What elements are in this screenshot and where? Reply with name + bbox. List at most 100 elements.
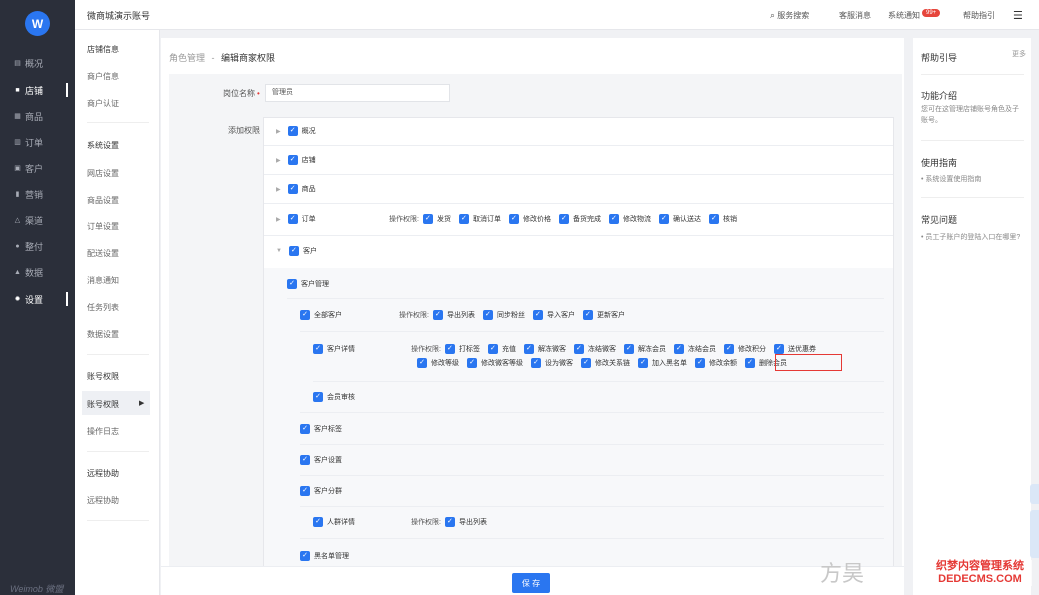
help-link[interactable]: • 系统设置使用指南 <box>921 174 1025 185</box>
op-checkbox[interactable]: ✓ 导出列表 <box>444 517 487 527</box>
checkbox-icon[interactable]: ✓ <box>523 344 534 354</box>
menu-icon[interactable]: ☰ <box>1013 9 1023 22</box>
rail-item-customers[interactable]: ▣ 客户 <box>0 158 75 178</box>
rail-item-goods[interactable]: ▦ 商品 <box>0 106 75 126</box>
rail-item-orders[interactable]: ▥ 订单 <box>0 132 75 152</box>
checkbox-icon[interactable]: ✓ <box>300 551 310 561</box>
checkbox-icon[interactable]: ✓ <box>300 310 310 320</box>
perm-customer-settings[interactable]: ✓ 客户设置 <box>300 455 342 465</box>
checkbox-icon[interactable]: ✓ <box>708 214 719 224</box>
perm-overview[interactable]: ▶ ✓ 概况 <box>276 126 316 136</box>
rail-item-overview[interactable]: ▤ 概况 <box>0 53 75 73</box>
op-checkbox[interactable]: ✓ 冻结会员 <box>673 344 716 354</box>
perm-member-review[interactable]: ✓ 会员审核 <box>313 392 355 402</box>
save-button[interactable]: 保 存 <box>512 573 550 593</box>
expand-arrow-icon[interactable]: ▶ <box>276 157 281 164</box>
subnav-item[interactable]: 消息通知 <box>87 275 119 286</box>
float-tab-online-service[interactable] <box>1030 510 1039 558</box>
op-checkbox[interactable]: ✓ 充值 <box>487 344 516 354</box>
checkbox-icon[interactable]: ✓ <box>300 486 310 496</box>
perm-orders[interactable]: ▶ ✓ 订单 <box>276 214 316 224</box>
op-checkbox[interactable]: ✓ 修改微客等级 <box>467 358 523 368</box>
op-checkbox[interactable]: ✓ 发货 <box>422 214 451 224</box>
checkbox-icon[interactable]: ✓ <box>467 358 477 368</box>
checkbox-icon[interactable]: ✓ <box>287 184 298 194</box>
help-link[interactable]: • 员工子账户的登陆入口在哪里? <box>921 232 1025 243</box>
op-checkbox[interactable]: ✓ 更新客户 <box>582 310 625 320</box>
subnav-item-account-perm[interactable]: 账号权限 <box>87 399 119 410</box>
subnav-item-merchant-info[interactable]: 商户信息 <box>87 71 119 82</box>
rail-item-channels[interactable]: △ 渠道 <box>0 210 75 230</box>
rail-item-data[interactable]: ▲ 数据 <box>0 262 75 282</box>
op-checkbox[interactable]: ✓ 修改积分 <box>723 344 766 354</box>
checkbox-icon[interactable]: ✓ <box>573 344 584 354</box>
checkbox-icon[interactable]: ✓ <box>773 344 784 354</box>
subnav-item[interactable]: 数据设置 <box>87 329 119 340</box>
perm-customer-detail[interactable]: ✓ 客户详情 <box>313 344 355 354</box>
op-checkbox[interactable]: ✓ 备货完成 <box>558 214 601 224</box>
checkbox-icon[interactable]: ✓ <box>444 344 455 354</box>
perm-goods[interactable]: ▶ ✓ 商品 <box>276 184 316 194</box>
checkbox-icon[interactable]: ✓ <box>313 344 323 354</box>
perm-all-customers[interactable]: ✓ 全部客户 <box>300 310 342 320</box>
subnav-item[interactable]: 任务列表 <box>87 302 119 313</box>
service-message-link[interactable]: 客服消息 <box>839 10 871 21</box>
subnav-item-merchant-auth[interactable]: 商户认证 <box>87 98 119 109</box>
op-checkbox[interactable]: ✓ 修改物流 <box>608 214 651 224</box>
op-checkbox[interactable]: ✓ 修改余额 <box>695 358 737 368</box>
expand-arrow-icon[interactable]: ▶ <box>276 128 281 135</box>
expand-arrow-icon[interactable]: ▶ <box>276 216 281 223</box>
logo[interactable]: W <box>25 11 50 36</box>
checkbox-icon[interactable]: ✓ <box>623 344 634 354</box>
float-tab-top[interactable] <box>1030 484 1039 504</box>
checkbox-icon[interactable]: ✓ <box>432 310 443 320</box>
checkbox-icon[interactable]: ✓ <box>287 214 298 224</box>
checkbox-icon[interactable]: ✓ <box>658 214 669 224</box>
checkbox-icon[interactable]: ✓ <box>487 344 498 354</box>
perm-customer-tags[interactable]: ✓ 客户标签 <box>300 424 342 434</box>
service-search-link[interactable]: ⌕ 服务搜索 <box>770 10 809 21</box>
rail-item-store[interactable]: ■ 店铺 <box>0 80 75 100</box>
op-checkbox[interactable]: ✓ 加入黑名单 <box>638 358 687 368</box>
checkbox-icon[interactable]: ✓ <box>313 392 323 402</box>
checkbox-icon[interactable]: ✓ <box>638 358 648 368</box>
checkbox-icon[interactable]: ✓ <box>532 310 543 320</box>
checkbox-icon[interactable]: ✓ <box>608 214 619 224</box>
checkbox-icon[interactable]: ✓ <box>417 358 427 368</box>
checkbox-icon[interactable]: ✓ <box>422 214 433 224</box>
op-checkbox[interactable]: ✓ 核销 <box>708 214 737 224</box>
perm-blacklist[interactable]: ✓ 黑名单管理 <box>300 551 349 561</box>
op-checkbox[interactable]: ✓ 送优惠券 <box>773 344 816 354</box>
rail-item-pay[interactable]: ● 整付 <box>0 236 75 256</box>
subnav-item[interactable]: 网店设置 <box>87 168 119 179</box>
subnav-item-operation-log[interactable]: 操作日志 <box>87 426 119 437</box>
checkbox-icon[interactable]: ✓ <box>745 358 755 368</box>
checkbox-icon[interactable]: ✓ <box>558 214 569 224</box>
checkbox-icon[interactable]: ✓ <box>723 344 734 354</box>
checkbox-icon[interactable]: ✓ <box>313 517 323 527</box>
op-checkbox[interactable]: ✓ 修改等级 <box>417 358 459 368</box>
perm-customer-mgmt[interactable]: ✓ 客户管理 <box>287 279 329 289</box>
checkbox-icon[interactable]: ✓ <box>695 358 705 368</box>
op-checkbox[interactable]: ✓ 取消订单 <box>458 214 501 224</box>
system-notice-link[interactable]: 系统通知 <box>888 10 920 21</box>
op-checkbox[interactable]: ✓ 修改关系链 <box>581 358 630 368</box>
collapse-arrow-icon[interactable]: ▼ <box>276 248 282 254</box>
checkbox-icon[interactable]: ✓ <box>482 310 493 320</box>
op-checkbox[interactable]: ✓ 确认送达 <box>658 214 701 224</box>
rail-item-settings[interactable]: ✹ 设置 <box>0 289 75 309</box>
checkbox-icon[interactable]: ✓ <box>458 214 469 224</box>
checkbox-icon[interactable]: ✓ <box>581 358 591 368</box>
checkbox-icon[interactable]: ✓ <box>287 155 298 165</box>
subnav-item[interactable]: 商品设置 <box>87 195 119 206</box>
perm-customers[interactable]: ▼ ✓ 客户 <box>276 246 317 256</box>
perm-group-detail[interactable]: ✓ 人群详情 <box>313 517 355 527</box>
checkbox-icon[interactable]: ✓ <box>287 126 298 136</box>
checkbox-icon[interactable]: ✓ <box>582 310 593 320</box>
op-checkbox[interactable]: ✓ 修改价格 <box>508 214 551 224</box>
op-checkbox[interactable]: ✓ 导出列表 <box>432 310 475 320</box>
rail-item-marketing[interactable]: ▮ 营销 <box>0 184 75 204</box>
subnav-item[interactable]: 订单设置 <box>87 221 119 232</box>
op-checkbox[interactable]: ✓ 解冻会员 <box>623 344 666 354</box>
checkbox-icon[interactable]: ✓ <box>531 358 541 368</box>
